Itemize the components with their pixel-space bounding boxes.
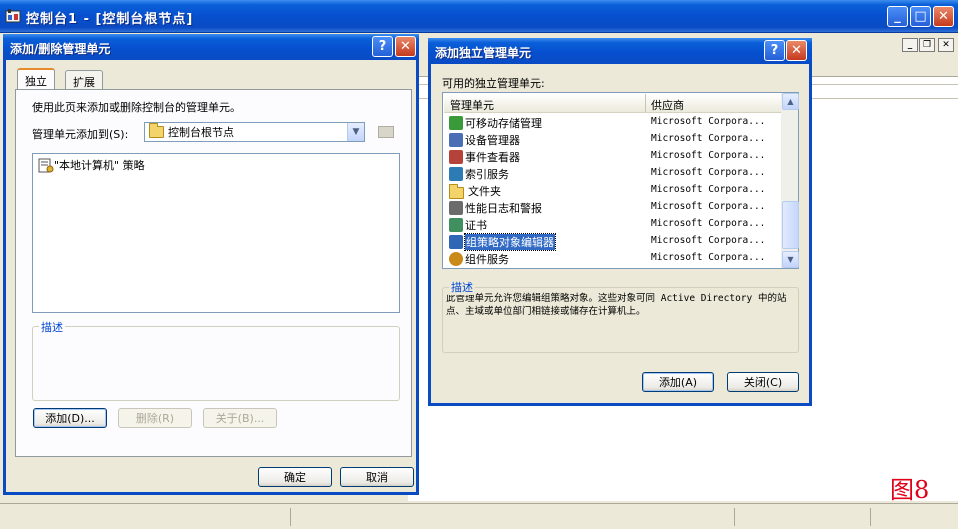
device-manager-icon xyxy=(449,133,463,147)
main-title-bar: 控制台1 - [控制台根节点] _ □ ✕ xyxy=(0,0,958,33)
certificate-icon xyxy=(449,218,463,232)
main-maximize-button[interactable]: □ xyxy=(910,6,931,27)
component-services-icon xyxy=(449,252,463,266)
policy-icon xyxy=(38,158,54,172)
list-header: 管理单元 供应商 xyxy=(444,94,781,113)
column-header-snapin[interactable]: 管理单元 xyxy=(450,97,494,113)
indexing-service-icon xyxy=(449,167,463,181)
add-to-label: 管理单元添加到(S): xyxy=(32,128,129,141)
instruction-text: 使用此页来添加或删除控制台的管理单元。 xyxy=(32,101,241,114)
column-header-vendor[interactable]: 供应商 xyxy=(651,97,684,113)
description-group xyxy=(32,326,400,401)
mdi-restore-button[interactable]: ❐ xyxy=(919,38,935,52)
table-row[interactable]: 事件查看器 Microsoft Corpora... xyxy=(445,148,780,165)
standalone-description-group: 此管理单元允许您编辑组策略对象。这些对象可同 Active Directory … xyxy=(442,287,799,353)
about-snapin-button[interactable]: 关于(B)... xyxy=(203,408,277,428)
folder-icon xyxy=(449,183,464,199)
help-button[interactable]: ? xyxy=(372,36,393,57)
table-row[interactable]: 可移动存储管理 Microsoft Corpora... xyxy=(445,114,780,131)
cancel-button[interactable]: 取消 xyxy=(340,467,414,487)
mmc-app-icon xyxy=(5,9,21,23)
main-window-title: 控制台1 - [控制台根节点] xyxy=(26,12,194,27)
available-snapin-list[interactable]: 管理单元 供应商 可移动存储管理 Microsoft Corpora... 设备… xyxy=(442,92,799,269)
close-button[interactable]: 关闭(C) xyxy=(727,372,799,392)
available-snapins-label: 可用的独立管理单元: xyxy=(442,77,545,90)
mdi-minimize-button[interactable]: _ xyxy=(902,38,918,52)
add-button[interactable]: 添加(A) xyxy=(642,372,714,392)
chevron-down-icon[interactable]: ▼ xyxy=(347,123,364,141)
event-viewer-icon xyxy=(449,150,463,164)
snapin-name: "本地计算机" 策略 xyxy=(54,159,145,172)
tab-extensions[interactable]: 扩展 xyxy=(65,70,103,90)
removable-storage-icon xyxy=(449,116,463,130)
table-row[interactable]: 性能日志和警报 Microsoft Corpora... xyxy=(445,199,780,216)
main-minimize-button[interactable]: _ xyxy=(887,6,908,27)
list-scrollbar[interactable]: ▲ ▼ xyxy=(781,93,799,268)
table-row[interactable]: 设备管理器 Microsoft Corpora... xyxy=(445,131,780,148)
group-policy-icon xyxy=(449,235,463,249)
list-item[interactable]: "本地计算机" 策略 xyxy=(38,157,145,173)
standalone-close-icon-button[interactable]: ✕ xyxy=(786,40,807,61)
remove-snapin-button[interactable]: 删除(R) xyxy=(118,408,192,428)
add-to-dropdown[interactable]: 控制台根节点 ▼ xyxy=(144,122,365,142)
table-row-selected[interactable]: 组策略对象编辑器 Microsoft Corpora... xyxy=(445,233,780,251)
description-text: 此管理单元允许您编辑组策略对象。这些对象可同 Active Directory … xyxy=(446,293,787,317)
status-bar xyxy=(0,503,958,529)
scroll-down-icon[interactable]: ▼ xyxy=(782,251,799,268)
add-to-value: 控制台根节点 xyxy=(168,126,234,139)
table-row[interactable]: 证书 Microsoft Corpora... xyxy=(445,216,780,233)
tab-standalone[interactable]: 独立 xyxy=(17,68,55,90)
snapin-list[interactable]: "本地计算机" 策略 xyxy=(32,153,400,313)
mdi-close-button[interactable]: ✕ xyxy=(938,38,954,52)
description-label: 描述 xyxy=(39,319,65,335)
add-remove-snapin-dialog: 添加/删除管理单元 ? ✕ 独立 扩展 使用此页来添加或删除控制台的管理单元。 … xyxy=(3,34,419,495)
table-row[interactable]: 索引服务 Microsoft Corpora... xyxy=(445,165,780,182)
ok-button[interactable]: 确定 xyxy=(258,467,332,487)
add-snapin-button[interactable]: 添加(D)... xyxy=(33,408,107,428)
standalone-help-button[interactable]: ? xyxy=(764,40,785,61)
standalone-dialog-title: 添加独立管理单元 xyxy=(435,46,532,60)
standalone-tab-panel: 使用此页来添加或删除控制台的管理单元。 管理单元添加到(S): 控制台根节点 ▼… xyxy=(15,89,412,457)
standalone-description-label: 描述 xyxy=(449,279,475,295)
up-folder-icon xyxy=(378,126,394,138)
main-close-button[interactable]: ✕ xyxy=(933,6,954,27)
standalone-dialog-titlebar: 添加独立管理单元 ? ✕ xyxy=(428,38,812,64)
folder-icon xyxy=(149,123,164,138)
add-standalone-snapin-dialog: 添加独立管理单元 ? ✕ 可用的独立管理单元: 管理单元 供应商 可移动存储管理… xyxy=(428,38,812,406)
scroll-thumb[interactable] xyxy=(782,201,799,249)
dialog-close-button[interactable]: ✕ xyxy=(395,36,416,57)
scroll-up-icon[interactable]: ▲ xyxy=(782,93,799,110)
figure-label: 图8 xyxy=(890,476,930,504)
add-remove-dialog-titlebar: 添加/删除管理单元 ? ✕ xyxy=(3,34,419,60)
add-remove-dialog-title: 添加/删除管理单元 xyxy=(10,42,111,56)
performance-log-icon xyxy=(449,201,463,215)
table-row[interactable]: 组件服务 Microsoft Corpora... xyxy=(445,250,780,267)
table-row[interactable]: 文件夹 Microsoft Corpora... xyxy=(445,182,780,199)
